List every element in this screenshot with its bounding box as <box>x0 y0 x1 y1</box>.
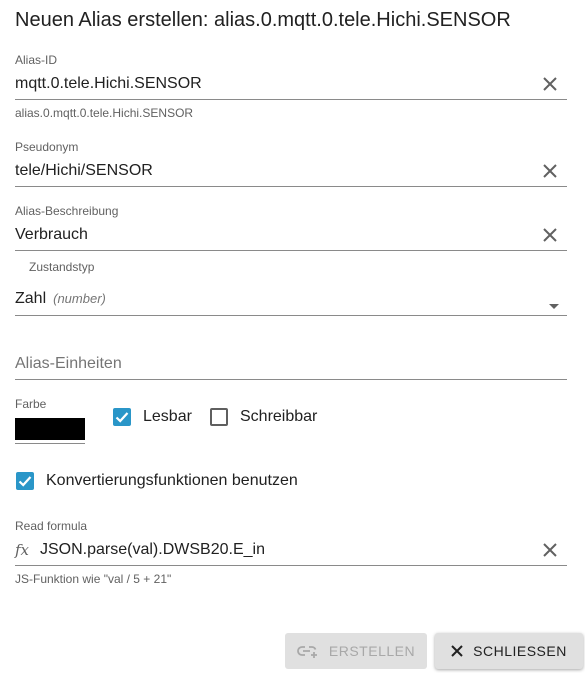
read-formula-helper: JS-Funktion wie "val / 5 + 21" <box>15 572 172 586</box>
close-icon <box>543 164 557 178</box>
description-input[interactable]: Verbrauch <box>15 226 88 244</box>
close-icon <box>451 645 463 657</box>
pseudonym-label: Pseudonym <box>15 140 79 154</box>
pseudonym-input[interactable]: tele/Hichi/SENSOR <box>15 162 153 180</box>
read-formula-label: Read formula <box>15 519 88 533</box>
conversion-checkbox[interactable] <box>16 472 34 490</box>
checkmark-icon <box>115 412 129 423</box>
alias-id-underline <box>15 99 567 100</box>
read-formula-input[interactable]: JSON.parse(val).DWSB20.E_in <box>40 541 265 559</box>
state-type-label: Zustandstyp <box>29 260 95 274</box>
units-input[interactable]: Alias-Einheiten <box>15 355 122 373</box>
read-formula-clear-button[interactable] <box>538 538 562 562</box>
dialog-title: Neuen Alias erstellen: alias.0.mqtt.0.te… <box>15 9 511 31</box>
close-icon <box>543 228 557 242</box>
pseudonym-underline <box>15 186 567 187</box>
state-type-hint: (number) <box>53 291 106 306</box>
color-underline <box>15 443 85 444</box>
units-underline <box>15 379 567 380</box>
color-label: Farbe <box>15 397 47 411</box>
writable-checkbox[interactable] <box>210 408 228 426</box>
close-icon <box>543 543 557 557</box>
create-button[interactable]: ERSTELLEN <box>285 633 427 669</box>
function-icon: fx <box>15 541 30 559</box>
state-type-select[interactable]: Zahl (number) <box>15 290 106 308</box>
conversion-label: Konvertierungsfunktionen benutzen <box>46 472 298 489</box>
description-label: Alias-Beschreibung <box>15 204 119 218</box>
close-icon <box>543 77 557 91</box>
color-picker[interactable] <box>15 418 85 440</box>
checkmark-icon <box>18 476 32 487</box>
pseudonym-clear-button[interactable] <box>538 159 562 183</box>
description-underline <box>15 250 567 251</box>
read-formula-underline <box>15 565 567 566</box>
readable-label: Lesbar <box>143 408 192 425</box>
dropdown-arrow-icon[interactable] <box>549 296 559 314</box>
state-type-underline <box>15 315 567 316</box>
alias-id-helper: alias.0.mqtt.0.tele.Hichi.SENSOR <box>15 106 194 120</box>
close-button[interactable]: SCHLIESSEN <box>435 633 583 669</box>
alias-id-input[interactable]: mqtt.0.tele.Hichi.SENSOR <box>15 75 202 93</box>
alias-id-label: Alias-ID <box>15 53 58 67</box>
writable-label: Schreibbar <box>240 408 318 425</box>
readable-checkbox[interactable] <box>113 408 131 426</box>
create-button-label: ERSTELLEN <box>328 643 416 659</box>
description-clear-button[interactable] <box>538 223 562 247</box>
close-button-label: SCHLIESSEN <box>473 643 567 659</box>
alias-id-clear-button[interactable] <box>538 72 562 96</box>
add-link-icon <box>297 644 319 658</box>
state-type-value: Zahl <box>15 290 47 307</box>
